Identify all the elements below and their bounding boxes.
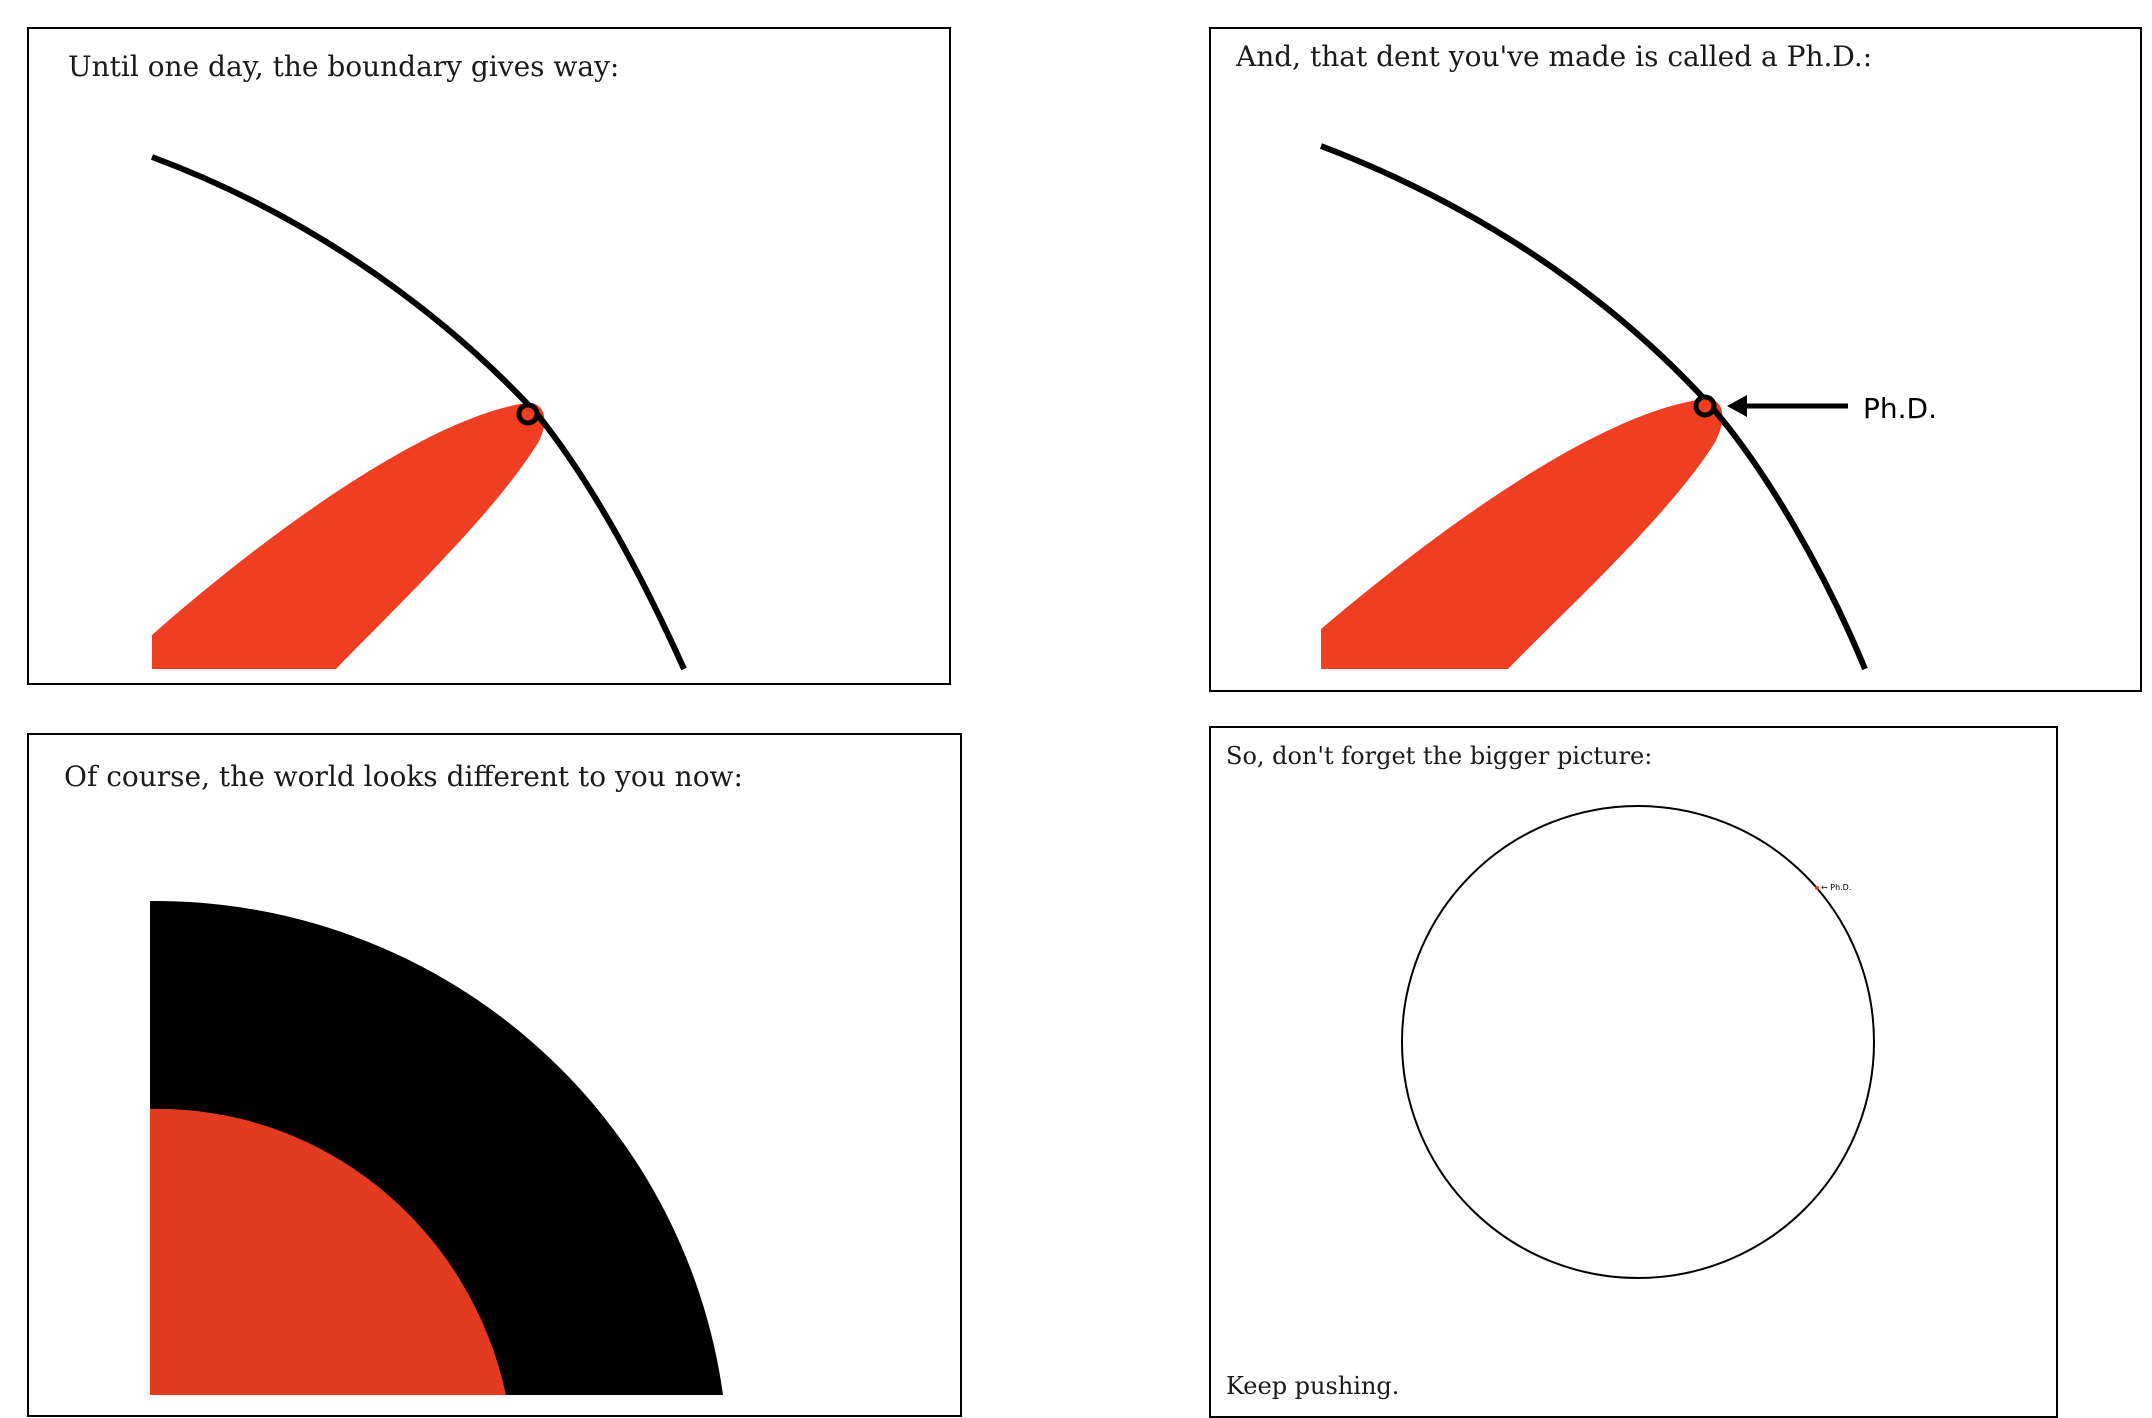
dent-circle (516, 402, 540, 426)
arrow-left-icon (1727, 395, 1747, 417)
panel-world-looks-different: Of course, the world looks different to … (27, 733, 962, 1417)
red-knowledge-region (152, 402, 545, 669)
tiny-phd-label: ← Ph.D. (1821, 883, 1851, 892)
quarter-circle-diagram (150, 900, 723, 1395)
panel-bigger-picture: So, don't forget the bigger picture: ← P… (1209, 726, 2058, 1418)
keep-pushing-text: Keep pushing. (1226, 1372, 1400, 1400)
phd-label: Ph.D. (1863, 392, 1937, 425)
panel-phd-dent: And, that dent you've made is called a P… (1209, 27, 2142, 692)
phd-diagram: Ph.D. (1319, 143, 1937, 671)
boundary-diagram (150, 154, 687, 671)
human-knowledge-circle (1401, 805, 1875, 1279)
red-knowledge-region (1321, 398, 1723, 669)
dent-circle (1693, 394, 1717, 418)
panel-boundary-gives-way: Until one day, the boundary gives way: (27, 27, 951, 685)
dent-dot (1815, 886, 1819, 890)
big-circle-diagram: ← Ph.D. (1401, 805, 1875, 1279)
